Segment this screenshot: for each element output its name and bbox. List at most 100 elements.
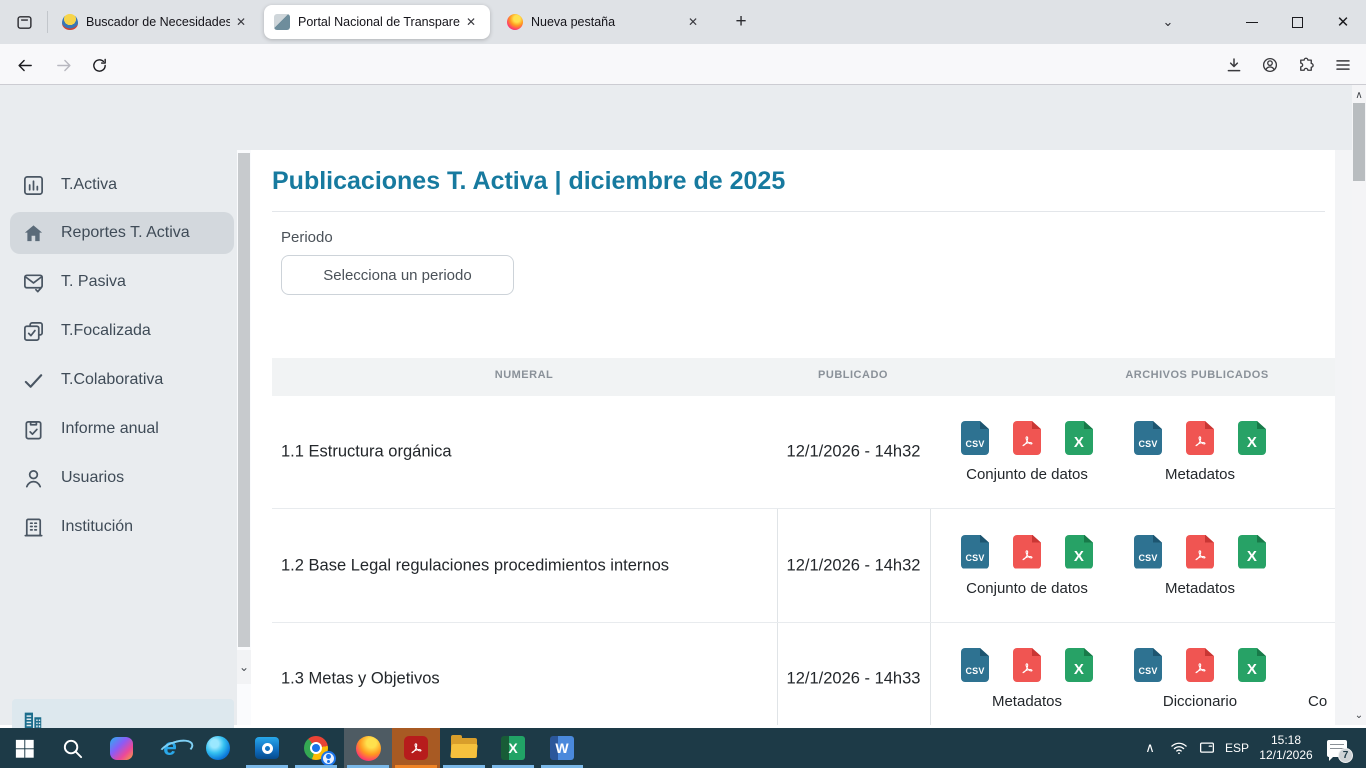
extensions-puzzle-icon[interactable] (1291, 50, 1321, 80)
sidebar-item-usuarios[interactable]: Usuarios (10, 457, 234, 499)
language-indicator[interactable]: ESP (1222, 728, 1252, 768)
sidebar-item-t-focalizada[interactable]: T.Focalizada (10, 310, 234, 352)
copy-check-icon (22, 320, 45, 343)
sidebar-item-informe-anual[interactable]: Informe anual (10, 408, 234, 450)
tab-title: Portal Nacional de Transparenci (298, 15, 460, 29)
tab-nueva-pestana[interactable]: Nueva pestaña ✕ (497, 5, 712, 39)
taskbar-outlook-button[interactable] (243, 728, 291, 768)
excel-icon: X (501, 736, 525, 760)
sidebar-item-t-pasiva[interactable]: T. Pasiva (10, 261, 234, 303)
publicado-cell: 12/1/2026 - 14h32 (777, 556, 930, 575)
tab-close-icon[interactable]: ✕ (230, 11, 252, 33)
firefox-view-button[interactable] (9, 8, 39, 36)
window-close-button[interactable]: ✕ (1320, 0, 1366, 44)
excel-file-icon[interactable]: X (1238, 535, 1266, 569)
csv-file-icon[interactable]: CSV (961, 535, 989, 569)
excel-file-icon[interactable]: X (1238, 421, 1266, 455)
csv-file-icon[interactable]: CSV (961, 421, 989, 455)
sidebar-item-label: Usuarios (61, 469, 124, 487)
period-label: Periodo (281, 229, 333, 246)
browser-scrollbar-thumb[interactable] (1353, 103, 1365, 181)
csv-file-icon[interactable]: CSV (1134, 421, 1162, 455)
scroll-up-icon[interactable]: ∧ (1352, 87, 1366, 103)
taskbar-edge-button[interactable] (194, 728, 242, 768)
back-button[interactable] (10, 50, 40, 80)
taskbar-chrome-button[interactable] (292, 728, 340, 768)
excel-file-icon[interactable]: X (1238, 648, 1266, 682)
taskbar-firefox-button[interactable] (344, 728, 392, 768)
pdf-file-icon[interactable] (1186, 648, 1214, 682)
notification-count-badge: 7 (1338, 748, 1353, 763)
scroll-down-icon[interactable]: ⌄ (1352, 707, 1366, 723)
sidebar-scroll-down-icon[interactable]: ⌄ (237, 650, 251, 684)
pdf-file-icon[interactable] (1186, 535, 1214, 569)
file-group: CSV X Conjunto de datos (958, 535, 1096, 597)
reload-button[interactable] (84, 50, 114, 80)
file-group: CSV X Diccionario (1131, 648, 1269, 710)
taskbar-file-explorer-button[interactable] (440, 728, 488, 768)
sidebar-scrollbar-thumb[interactable] (238, 153, 250, 647)
tray-show-hidden-icons[interactable]: ∧ (1138, 728, 1162, 768)
sidebar-scrollbar[interactable]: ⌄ (237, 150, 251, 725)
chrome-profile-badge (321, 751, 336, 766)
sidebar-item-t-colaborativa[interactable]: T.Colaborativa (10, 359, 234, 401)
publicado-cell: 12/1/2026 - 14h32 (777, 443, 930, 462)
sidebar-item-label: T. Pasiva (61, 273, 126, 291)
file-group-label: Metadatos (958, 693, 1096, 710)
sidebar-item-institucion[interactable]: Institución (10, 506, 234, 548)
check-icon (22, 369, 45, 392)
tab-separator (47, 11, 48, 33)
publicado-cell: 12/1/2026 - 14h33 (777, 670, 930, 689)
taskbar-copilot-button[interactable] (97, 728, 145, 768)
excel-file-icon[interactable]: X (1065, 648, 1093, 682)
csv-file-icon[interactable]: CSV (961, 648, 989, 682)
pdf-file-icon[interactable] (1013, 421, 1041, 455)
browser-scrollbar[interactable]: ∧ ⌄ (1352, 85, 1366, 725)
tab-title: Buscador de Necesidades de Cc (86, 15, 230, 29)
window-minimize-button[interactable] (1229, 0, 1275, 44)
window-maximize-button[interactable] (1274, 0, 1320, 44)
title-divider (272, 211, 1325, 212)
csv-file-icon[interactable]: CSV (1134, 648, 1162, 682)
list-all-tabs-icon[interactable]: ⌄ (1155, 10, 1181, 34)
account-icon[interactable] (1255, 50, 1285, 80)
tab-close-icon[interactable]: ✕ (460, 11, 482, 33)
taskbar-search-button[interactable] (48, 728, 96, 768)
tab-close-icon[interactable]: ✕ (682, 11, 704, 33)
excel-file-icon[interactable]: X (1065, 535, 1093, 569)
taskbar-word-button[interactable]: W (538, 728, 586, 768)
firefox-icon (356, 736, 381, 761)
pdf-file-icon[interactable] (1013, 648, 1041, 682)
column-header-numeral: NUMERAL (495, 369, 554, 381)
sidebar-item-label: Reportes T. Activa (61, 224, 190, 242)
pdf-file-icon[interactable] (1013, 535, 1041, 569)
acrobat-icon (404, 736, 428, 760)
forward-button[interactable] (48, 50, 78, 80)
period-select[interactable]: Selecciona un periodo (281, 255, 514, 295)
taskbar-clock[interactable]: 15:18 12/1/2026 (1255, 728, 1317, 768)
menu-hamburger-icon[interactable] (1328, 50, 1358, 80)
cell-divider (930, 623, 931, 725)
start-button[interactable] (0, 728, 48, 768)
display-connect-icon[interactable] (1194, 728, 1220, 768)
taskbar-acrobat-button[interactable] (392, 728, 440, 768)
tab-buscador[interactable]: Buscador de Necesidades de Cc ✕ (52, 5, 260, 39)
notification-center-button[interactable]: 7 (1320, 728, 1354, 768)
tab-portal-transparencia[interactable]: Portal Nacional de Transparenci ✕ (264, 5, 490, 39)
taskbar-internet-explorer-button[interactable]: e (146, 728, 194, 768)
new-tab-button[interactable]: + (727, 8, 755, 36)
pnt-favicon (274, 14, 290, 30)
csv-file-icon[interactable]: CSV (1134, 535, 1162, 569)
downloads-icon[interactable] (1219, 50, 1249, 80)
file-group-label: Metadatos (1131, 580, 1269, 597)
sidebar-item-reportes-t-activa[interactable]: Reportes T. Activa (10, 212, 234, 254)
excel-file-icon[interactable]: X (1065, 421, 1093, 455)
main-content: Publicaciones T. Activa | diciembre de 2… (251, 150, 1352, 725)
wifi-icon[interactable] (1166, 728, 1192, 768)
taskbar-excel-button[interactable]: X (489, 728, 537, 768)
close-icon: ✕ (1337, 15, 1350, 30)
home-icon (22, 222, 45, 245)
pdf-file-icon[interactable] (1186, 421, 1214, 455)
windows-taskbar: e X W ∧ ESP (0, 728, 1366, 768)
sidebar-item-t-activa[interactable]: T.Activa (10, 164, 234, 206)
